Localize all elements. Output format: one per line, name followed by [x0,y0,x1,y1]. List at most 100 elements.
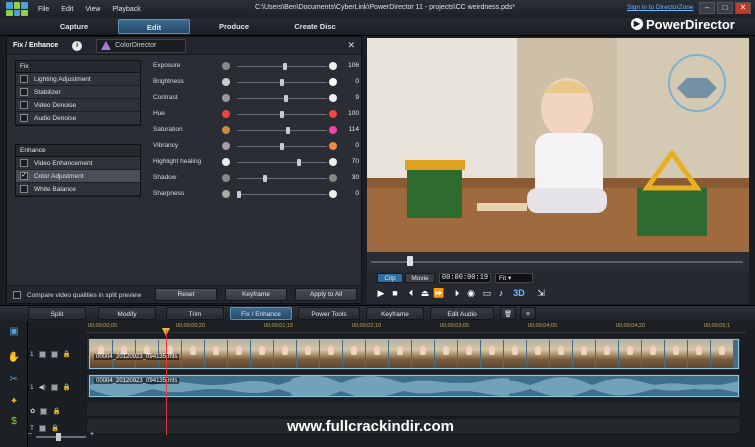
audio-track[interactable]: 00004_20120923_094135.mts [86,373,741,399]
adjustment-slider-knob[interactable] [237,191,241,198]
menu-playback[interactable]: Playback [112,6,140,13]
checkbox[interactable] [13,291,21,299]
fix-lighting-adjustment[interactable]: Lighting Adjustment [16,73,140,86]
video-clip[interactable]: 00004_20120923_094135.mts [89,339,739,369]
preview-scrubber[interactable] [367,252,749,270]
checkbox[interactable] [20,101,28,109]
keyframe-toolbar-button[interactable]: Keyframe [366,307,424,320]
3d-icon[interactable]: 3D [513,287,525,299]
adjustment-slider-knob[interactable] [284,95,289,102]
snapshot-icon[interactable]: ◉ [465,287,477,299]
more-icon[interactable]: ≡ [520,307,536,320]
adjustment-slider-track[interactable] [237,162,327,163]
minimize-icon[interactable]: – [699,2,715,14]
zoom-slider[interactable] [36,436,86,438]
fix-enhance-button[interactable]: Fix / Enhance [230,307,292,320]
adjustment-slider-track[interactable] [237,130,327,131]
undock-icon[interactable]: ⇲ [535,287,547,299]
video-preview[interactable] [367,38,749,252]
zoom-slider-knob[interactable] [56,433,61,441]
adjustment-slider-knob[interactable] [280,111,284,118]
library-icon[interactable]: ▣ [7,325,21,339]
fix-audio-denoise[interactable]: Audio Denoise [16,112,140,125]
mode-capture[interactable]: Capture [46,19,102,34]
enhance-white-balance[interactable]: White Balance [16,183,140,196]
adjustment-slider-knob[interactable] [286,127,291,134]
keyframe-button[interactable]: Keyframe [225,288,287,301]
track-enable-checkbox[interactable] [50,383,58,391]
checkbox[interactable] [20,114,28,122]
checkbox[interactable] [20,75,28,83]
volume-icon[interactable]: ⏵ [451,287,463,299]
checkbox-checked[interactable]: ✓ [20,172,28,180]
checkbox[interactable] [20,88,28,96]
edit-audio-button[interactable]: Edit Audio [430,307,494,320]
transition-tool-icon[interactable]: $ [7,415,21,429]
movie-mode-button[interactable]: Movie [405,273,435,283]
track-enable-checkbox[interactable] [40,407,48,415]
panel-close-icon[interactable]: ✕ [347,40,355,51]
zoom-out-icon[interactable]: − [28,431,32,438]
maximize-icon[interactable]: □ [717,2,733,14]
enhance-video-enhancement[interactable]: Video Enhancement [16,157,140,170]
compare-split-preview[interactable]: Compare video qualities in split preview [13,291,141,299]
scrub-thumb[interactable] [407,256,413,266]
track-enable-checkbox[interactable] [50,350,58,358]
fix-stabilizer[interactable]: Stabilizer [16,86,140,99]
apply-all-button[interactable]: Apply to All [295,288,357,301]
fast-forward-icon[interactable]: ⏩ [433,287,445,299]
play-icon[interactable]: ▶ [375,287,387,299]
audio-clip[interactable]: 00004_20120923_094135.mts [89,375,739,397]
checkbox[interactable] [20,159,28,167]
info-icon[interactable]: i [72,40,83,51]
signin-link[interactable]: Sign in to DirectorZone [627,4,693,11]
delete-icon[interactable]: 🗑 [500,307,516,320]
timecode-display[interactable]: 00:00:00:19 [439,273,491,283]
hand-tool-icon[interactable]: ✋ [7,351,21,365]
fix-enhance-panel: Fix / Enhance i ColorDirector ✕ Fix Ligh… [6,36,362,304]
previous-frame-icon[interactable]: ⏴ [405,287,417,299]
lock-icon[interactable]: 🔒 [63,350,71,358]
subtitle-icon[interactable]: ▭ [481,287,493,299]
playhead-line[interactable] [166,330,167,435]
effect-tool-icon[interactable]: ✦ [7,395,21,409]
modify-button[interactable]: Modify [98,307,156,320]
effect-track[interactable] [86,401,741,417]
adjustment-slider-track[interactable] [237,98,327,99]
mode-create-disc[interactable]: Create Disc [280,19,350,34]
audio-icon[interactable]: ♪ [495,287,507,299]
adjustment-value: 0 [355,142,359,149]
adjustment-slider-knob[interactable] [262,175,267,182]
zoom-in-icon[interactable]: + [90,431,94,438]
lock-icon[interactable]: 🔒 [52,407,60,415]
menu-file[interactable]: File [38,6,49,13]
enhance-item-label: Color Adjustment [34,172,84,180]
adjustment-slider-knob[interactable] [280,79,284,86]
checkbox[interactable] [20,185,28,193]
adjustment-slider-knob[interactable] [282,63,287,70]
lock-icon[interactable]: 🔒 [63,383,71,391]
cut-tool-icon[interactable]: ✂ [7,373,21,387]
reset-button[interactable]: Reset [155,288,217,301]
enhance-color-adjustment[interactable]: ✓ Color Adjustment [16,170,140,183]
fix-video-denoise[interactable]: Video Denoise [16,99,140,112]
timeline-ruler[interactable]: 00;00;00;00 00;00;00;20 00;00;01;15 00;00;0… [86,321,746,333]
clip-mode-button[interactable]: Clip [377,273,403,283]
menu-edit[interactable]: Edit [61,6,73,13]
mode-produce[interactable]: Produce [206,19,262,34]
adjustment-slider-knob[interactable] [280,143,284,150]
video-track[interactable]: 00004_20120923_094135.mts [86,337,741,371]
adjustment-slider-track[interactable] [237,178,327,179]
adjustment-slider-track[interactable] [237,194,327,195]
zoom-fit-select[interactable]: Fit ▾ [495,273,533,283]
colordirector-tab[interactable]: ColorDirector [96,38,187,53]
adjustment-slider-knob[interactable] [297,159,302,166]
mode-edit[interactable]: Edit [118,19,190,34]
trim-button[interactable]: Trim [166,307,224,320]
menu-view[interactable]: View [85,6,100,13]
close-icon[interactable]: ✕ [735,2,751,14]
power-tools-button[interactable]: Power Tools [298,307,360,320]
split-button[interactable]: Split [28,307,86,320]
next-frame-icon[interactable]: ⏏ [419,287,431,299]
stop-icon[interactable]: ■ [389,287,401,299]
